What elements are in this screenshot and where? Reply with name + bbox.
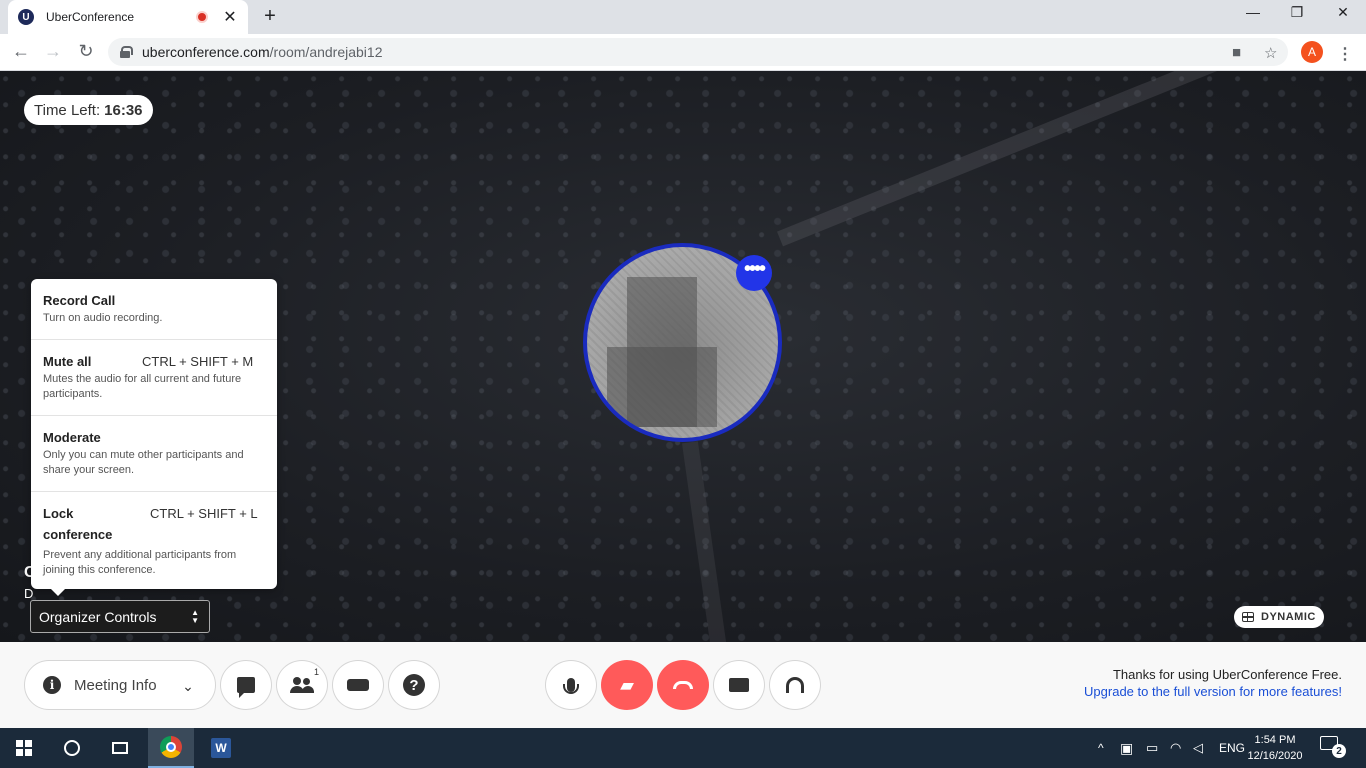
grid-icon bbox=[1242, 612, 1254, 622]
browser-address-bar: ← → ↻ uberconference.com/room/andrejabi1… bbox=[0, 34, 1366, 71]
menu-item-description: Prevent any additional participants from… bbox=[43, 549, 237, 576]
recording-indicator-icon bbox=[196, 11, 208, 23]
tray-chevron-icon[interactable]: ^ bbox=[1098, 728, 1104, 768]
minimize-icon[interactable]: — bbox=[1243, 4, 1263, 20]
dynamic-layout-button[interactable]: DYNAMIC bbox=[1234, 606, 1324, 628]
lock-icon bbox=[120, 46, 133, 58]
reload-icon[interactable]: ↻ bbox=[75, 41, 97, 62]
search-icon bbox=[64, 740, 80, 756]
tab-title: UberConference bbox=[46, 10, 135, 24]
participants-count-badge: 1 bbox=[313, 667, 319, 677]
taskbar-clock[interactable]: 1:54 PM 12/16/2020 bbox=[1240, 732, 1310, 764]
search-button[interactable] bbox=[48, 728, 96, 768]
headphones-icon bbox=[786, 677, 804, 693]
participant-options-button[interactable]: •••• bbox=[736, 255, 772, 291]
video-off-icon: ▰ bbox=[620, 674, 634, 695]
call-control-bar: i Meeting Info ⌄ 1 ? ▰ Thanks for using … bbox=[0, 642, 1366, 728]
new-tab-icon[interactable]: + bbox=[260, 5, 280, 28]
gamepad-icon bbox=[347, 679, 369, 691]
tab-close-icon[interactable]: ✕ bbox=[222, 7, 238, 27]
uberconference-favicon-icon: U bbox=[18, 9, 34, 25]
url-host: uberconference.com bbox=[142, 44, 270, 60]
avatar-image-shape-2 bbox=[607, 347, 717, 427]
menu-item-description: Mutes the audio for all current and futu… bbox=[43, 373, 242, 400]
clock-date: 12/16/2020 bbox=[1247, 750, 1303, 762]
chat-button[interactable] bbox=[220, 660, 272, 710]
participants-button[interactable]: 1 bbox=[276, 660, 328, 710]
microphone-icon bbox=[563, 678, 579, 694]
menu-item-title: Record Call bbox=[43, 293, 116, 308]
menu-item-record-call[interactable]: Record Call Turn on audio recording. bbox=[31, 279, 277, 340]
info-icon: i bbox=[43, 676, 61, 694]
url-path: /room/andrejabi12 bbox=[269, 44, 383, 60]
people-icon bbox=[290, 677, 314, 693]
audio-settings-button[interactable] bbox=[769, 660, 821, 710]
chat-icon bbox=[237, 677, 255, 698]
meeting-info-button[interactable]: i Meeting Info ⌄ bbox=[24, 660, 216, 710]
hang-up-button[interactable] bbox=[657, 660, 709, 710]
organizer-controls-value: Organizer Controls bbox=[39, 608, 157, 625]
window-close-icon[interactable]: ✕ bbox=[1333, 4, 1353, 21]
volume-icon[interactable]: ◁ bbox=[1193, 728, 1203, 768]
dynamic-label: DYNAMIC bbox=[1261, 611, 1316, 623]
action-center-button[interactable]: 2 bbox=[1320, 736, 1346, 760]
notification-count: 2 bbox=[1332, 744, 1346, 758]
menu-item-description: Only you can mute other participants and… bbox=[43, 449, 244, 476]
select-arrows-icon: ▲ ▼ bbox=[191, 608, 199, 625]
promo-thanks-text: Thanks for using UberConference Free. bbox=[1112, 667, 1342, 682]
taskbar-chrome[interactable] bbox=[148, 728, 194, 768]
keypad-button[interactable] bbox=[332, 660, 384, 710]
star-icon[interactable]: ☆ bbox=[1264, 44, 1277, 62]
menu-dots-icon[interactable]: ⋮ bbox=[1337, 44, 1353, 64]
chevron-down-icon[interactable]: ⌄ bbox=[175, 673, 201, 699]
background-road-2 bbox=[681, 441, 735, 642]
windows-logo-icon bbox=[16, 740, 32, 756]
back-arrow-icon[interactable]: ← bbox=[10, 41, 32, 62]
help-icon: ? bbox=[403, 674, 425, 696]
url-input[interactable]: uberconference.com/room/andrejabi12 ■ ☆ bbox=[108, 38, 1288, 66]
meeting-info-label: Meeting Info bbox=[74, 676, 157, 694]
screen-share-button[interactable] bbox=[713, 660, 765, 710]
browser-tab[interactable]: U UberConference ✕ bbox=[8, 0, 248, 34]
menu-item-title: Moderate bbox=[43, 430, 101, 445]
time-left-value: 16:36 bbox=[104, 101, 143, 119]
organizer-controls-menu: Record Call Turn on audio recording. Mut… bbox=[31, 279, 277, 596]
word-icon: W bbox=[211, 738, 231, 758]
background-road bbox=[777, 71, 1366, 247]
time-left-label: Time Left: bbox=[34, 101, 101, 119]
menu-item-shortcut: CTRL + SHIFT + M bbox=[142, 354, 254, 369]
menu-item-mute-all[interactable]: Mute all CTRL + SHIFT + M Mutes the audi… bbox=[31, 340, 277, 416]
wifi-icon[interactable]: ◠ bbox=[1170, 728, 1181, 768]
battery-icon[interactable]: ▭ bbox=[1146, 728, 1158, 768]
windows-taskbar: W ^ ▣ ▭ ◠ ◁ ENG 1:54 PM 12/16/2020 2 bbox=[0, 728, 1366, 768]
organizer-controls-select[interactable]: Organizer Controls ▲ ▼ bbox=[30, 600, 210, 633]
forward-arrow-icon[interactable]: → bbox=[42, 41, 64, 62]
upgrade-promo: Thanks for using UberConference Free. Up… bbox=[1084, 667, 1342, 699]
help-button[interactable]: ? bbox=[388, 660, 440, 710]
menu-item-title: Lock conference bbox=[43, 506, 113, 542]
menu-item-description: Turn on audio recording. bbox=[43, 312, 163, 324]
menu-item-lock-conference[interactable]: Lock conference CTRL + SHIFT + L Prevent… bbox=[31, 492, 277, 589]
upgrade-link[interactable]: Upgrade to the full version for more fea… bbox=[1084, 684, 1342, 699]
profile-avatar[interactable]: A bbox=[1301, 41, 1323, 63]
browser-tab-bar: U UberConference ✕ + — ❐ ✕ bbox=[0, 0, 1366, 34]
task-view-icon bbox=[112, 742, 128, 754]
menu-item-moderate[interactable]: Moderate Only you can mute other partici… bbox=[31, 416, 277, 492]
taskbar-word[interactable]: W bbox=[198, 728, 244, 768]
video-off-button[interactable]: ▰ bbox=[601, 660, 653, 710]
camera-icon[interactable]: ■ bbox=[1232, 44, 1241, 61]
network-warning-icon[interactable]: ▣ bbox=[1120, 728, 1133, 768]
clock-time: 1:54 PM bbox=[1254, 734, 1296, 746]
chrome-icon bbox=[160, 736, 182, 758]
restore-icon[interactable]: ❐ bbox=[1287, 4, 1307, 21]
time-left-badge: Time Left: 16:36 bbox=[24, 95, 153, 125]
menu-item-shortcut: CTRL + SHIFT + L bbox=[150, 506, 258, 521]
screen-share-icon bbox=[729, 678, 749, 692]
start-button[interactable] bbox=[0, 728, 48, 768]
task-view-button[interactable] bbox=[96, 728, 144, 768]
microphone-button[interactable] bbox=[545, 660, 597, 710]
phone-hangup-icon bbox=[673, 681, 693, 689]
